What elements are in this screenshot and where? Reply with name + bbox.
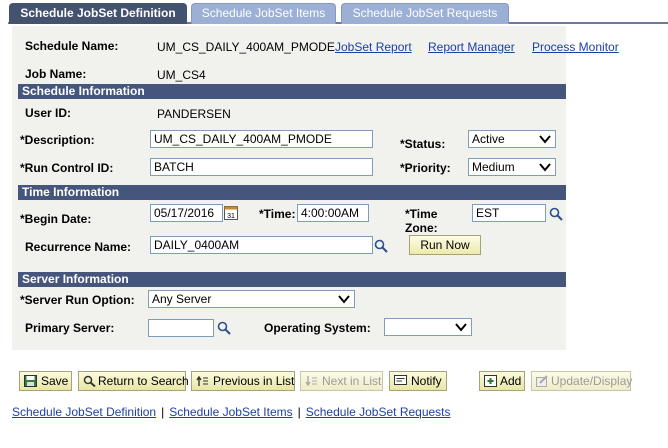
status-select-value: Active (472, 132, 505, 146)
begin-date-label: *Begin Date: (20, 212, 92, 226)
job-name-value: UM_CS4 (157, 68, 206, 82)
primary-server-input[interactable] (148, 319, 214, 337)
footer-separator: | (161, 405, 165, 419)
tab-schedule-jobset-definition[interactable]: Schedule JobSet Definition (9, 3, 187, 24)
priority-label: *Priority: (400, 161, 451, 175)
time-zone-label-line1: *Time (405, 207, 438, 221)
save-button[interactable]: Save (19, 371, 72, 391)
user-id-label: User ID: (25, 106, 72, 120)
return-to-search-label: Return to Search (98, 374, 189, 388)
footer-links: Schedule JobSet Definition | Schedule JobS… (12, 405, 451, 419)
recurrence-name-input[interactable]: DAILY_0400AM (150, 236, 373, 254)
recurrence-name-label: Recurrence Name: (25, 240, 132, 254)
save-icon (24, 375, 37, 387)
update-display-label: Update/Display (551, 374, 633, 388)
time-label: *Time: (259, 207, 296, 221)
run-control-id-input[interactable]: BATCH (150, 158, 373, 176)
add-button[interactable]: Add (479, 371, 525, 391)
svg-text:31: 31 (227, 213, 235, 220)
status-select[interactable]: Active (468, 130, 556, 148)
footer-link-schedule-jobset-items[interactable]: Schedule JobSet Items (169, 405, 292, 419)
operating-system-label: Operating System: (264, 321, 371, 335)
run-now-button[interactable]: Run Now (409, 235, 481, 255)
arrow-down-list-icon (305, 376, 317, 387)
server-run-option-value: Any Server (152, 292, 212, 306)
notify-button-label: Notify (411, 374, 442, 388)
footer-link-schedule-jobset-requests[interactable]: Schedule JobSet Requests (306, 405, 451, 419)
report-manager-link[interactable]: Report Manager (428, 40, 515, 54)
run-control-id-label: *Run Control ID: (20, 161, 114, 175)
update-display-icon (536, 375, 548, 387)
jobset-report-link[interactable]: JobSet Report (335, 40, 412, 54)
priority-select-value: Medium (472, 160, 515, 174)
chevron-down-icon (539, 163, 551, 172)
priority-select[interactable]: Medium (468, 158, 556, 176)
next-in-list-button[interactable]: Next in List (300, 371, 383, 391)
description-label: *Description: (20, 133, 95, 147)
process-monitor-link[interactable]: Process Monitor (532, 40, 619, 54)
schedule-information-header: Schedule Information (18, 84, 566, 99)
notify-icon (394, 375, 407, 385)
schedule-name-value: UM_CS_DAILY_400AM_PMODE (157, 40, 335, 54)
status-label: *Status: (400, 137, 446, 151)
server-run-option-label: *Server Run Option: (20, 293, 135, 307)
operating-system-select[interactable] (384, 318, 472, 336)
footer-link-schedule-jobset-definition[interactable]: Schedule JobSet Definition (12, 405, 156, 419)
description-input[interactable]: UM_CS_DAILY_400AM_PMODE (150, 130, 373, 148)
notify-button[interactable]: Notify (389, 371, 447, 391)
add-button-label: Add (500, 374, 522, 388)
search-icon[interactable] (549, 207, 563, 221)
time-zone-label-line2: Zone: (405, 221, 438, 235)
begin-date-input[interactable]: 05/17/2016 (150, 204, 223, 222)
add-icon (484, 375, 497, 387)
tab-schedule-jobset-requests[interactable]: Schedule JobSet Requests (341, 3, 509, 24)
update-display-button[interactable]: Update/Display (531, 371, 633, 391)
tab-schedule-jobset-items[interactable]: Schedule JobSet Items (191, 3, 336, 24)
primary-server-label: Primary Server: (25, 321, 115, 335)
save-button-label: Save (41, 374, 69, 388)
next-in-list-label: Next in List (322, 374, 382, 388)
schedule-name-label: Schedule Name: (25, 39, 119, 53)
footer-separator: | (297, 405, 301, 419)
chevron-down-icon (539, 135, 551, 144)
search-icon[interactable] (217, 321, 231, 335)
time-input[interactable]: 4:00:00AM (297, 204, 369, 222)
search-icon[interactable] (374, 239, 388, 253)
previous-in-list-label: Previous in List (213, 374, 295, 388)
calendar-icon[interactable]: 31 (224, 205, 238, 220)
search-icon (83, 375, 96, 387)
return-to-search-button[interactable]: Return to Search (78, 371, 189, 391)
job-name-label: Job Name: (25, 67, 87, 81)
server-run-option-select[interactable]: Any Server (148, 290, 355, 308)
user-id-value: PANDERSEN (157, 107, 231, 121)
time-zone-input[interactable]: EST (472, 204, 546, 222)
previous-in-list-button[interactable]: Previous in List (191, 371, 295, 391)
chevron-down-icon (455, 323, 467, 332)
time-information-header: Time Information (18, 185, 566, 200)
arrow-up-list-icon (196, 375, 208, 386)
tab-bar: Schedule JobSet Definition Schedule JobS… (0, 0, 668, 24)
server-information-header: Server Information (18, 272, 566, 287)
chevron-down-icon (338, 295, 350, 304)
